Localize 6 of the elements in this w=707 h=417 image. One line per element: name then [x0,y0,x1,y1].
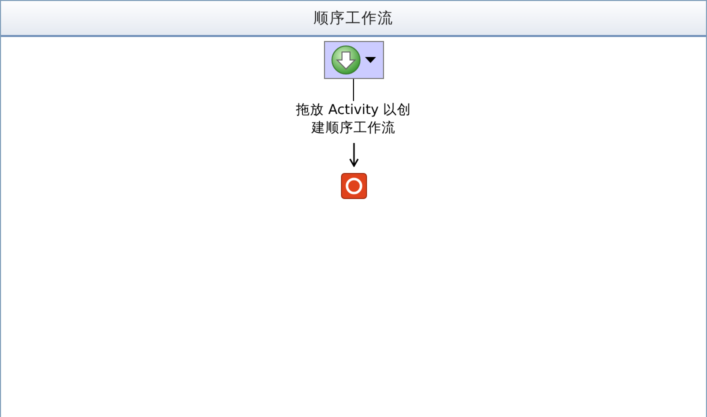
stop-icon [340,173,366,199]
drop-hint: 拖放 Activity 以创建顺序工作流 [294,101,412,137]
caret-icon [365,57,376,63]
down-arrow-icon [348,143,358,167]
start-button[interactable] [324,41,384,79]
window-title: 顺序工作流 [314,8,394,28]
